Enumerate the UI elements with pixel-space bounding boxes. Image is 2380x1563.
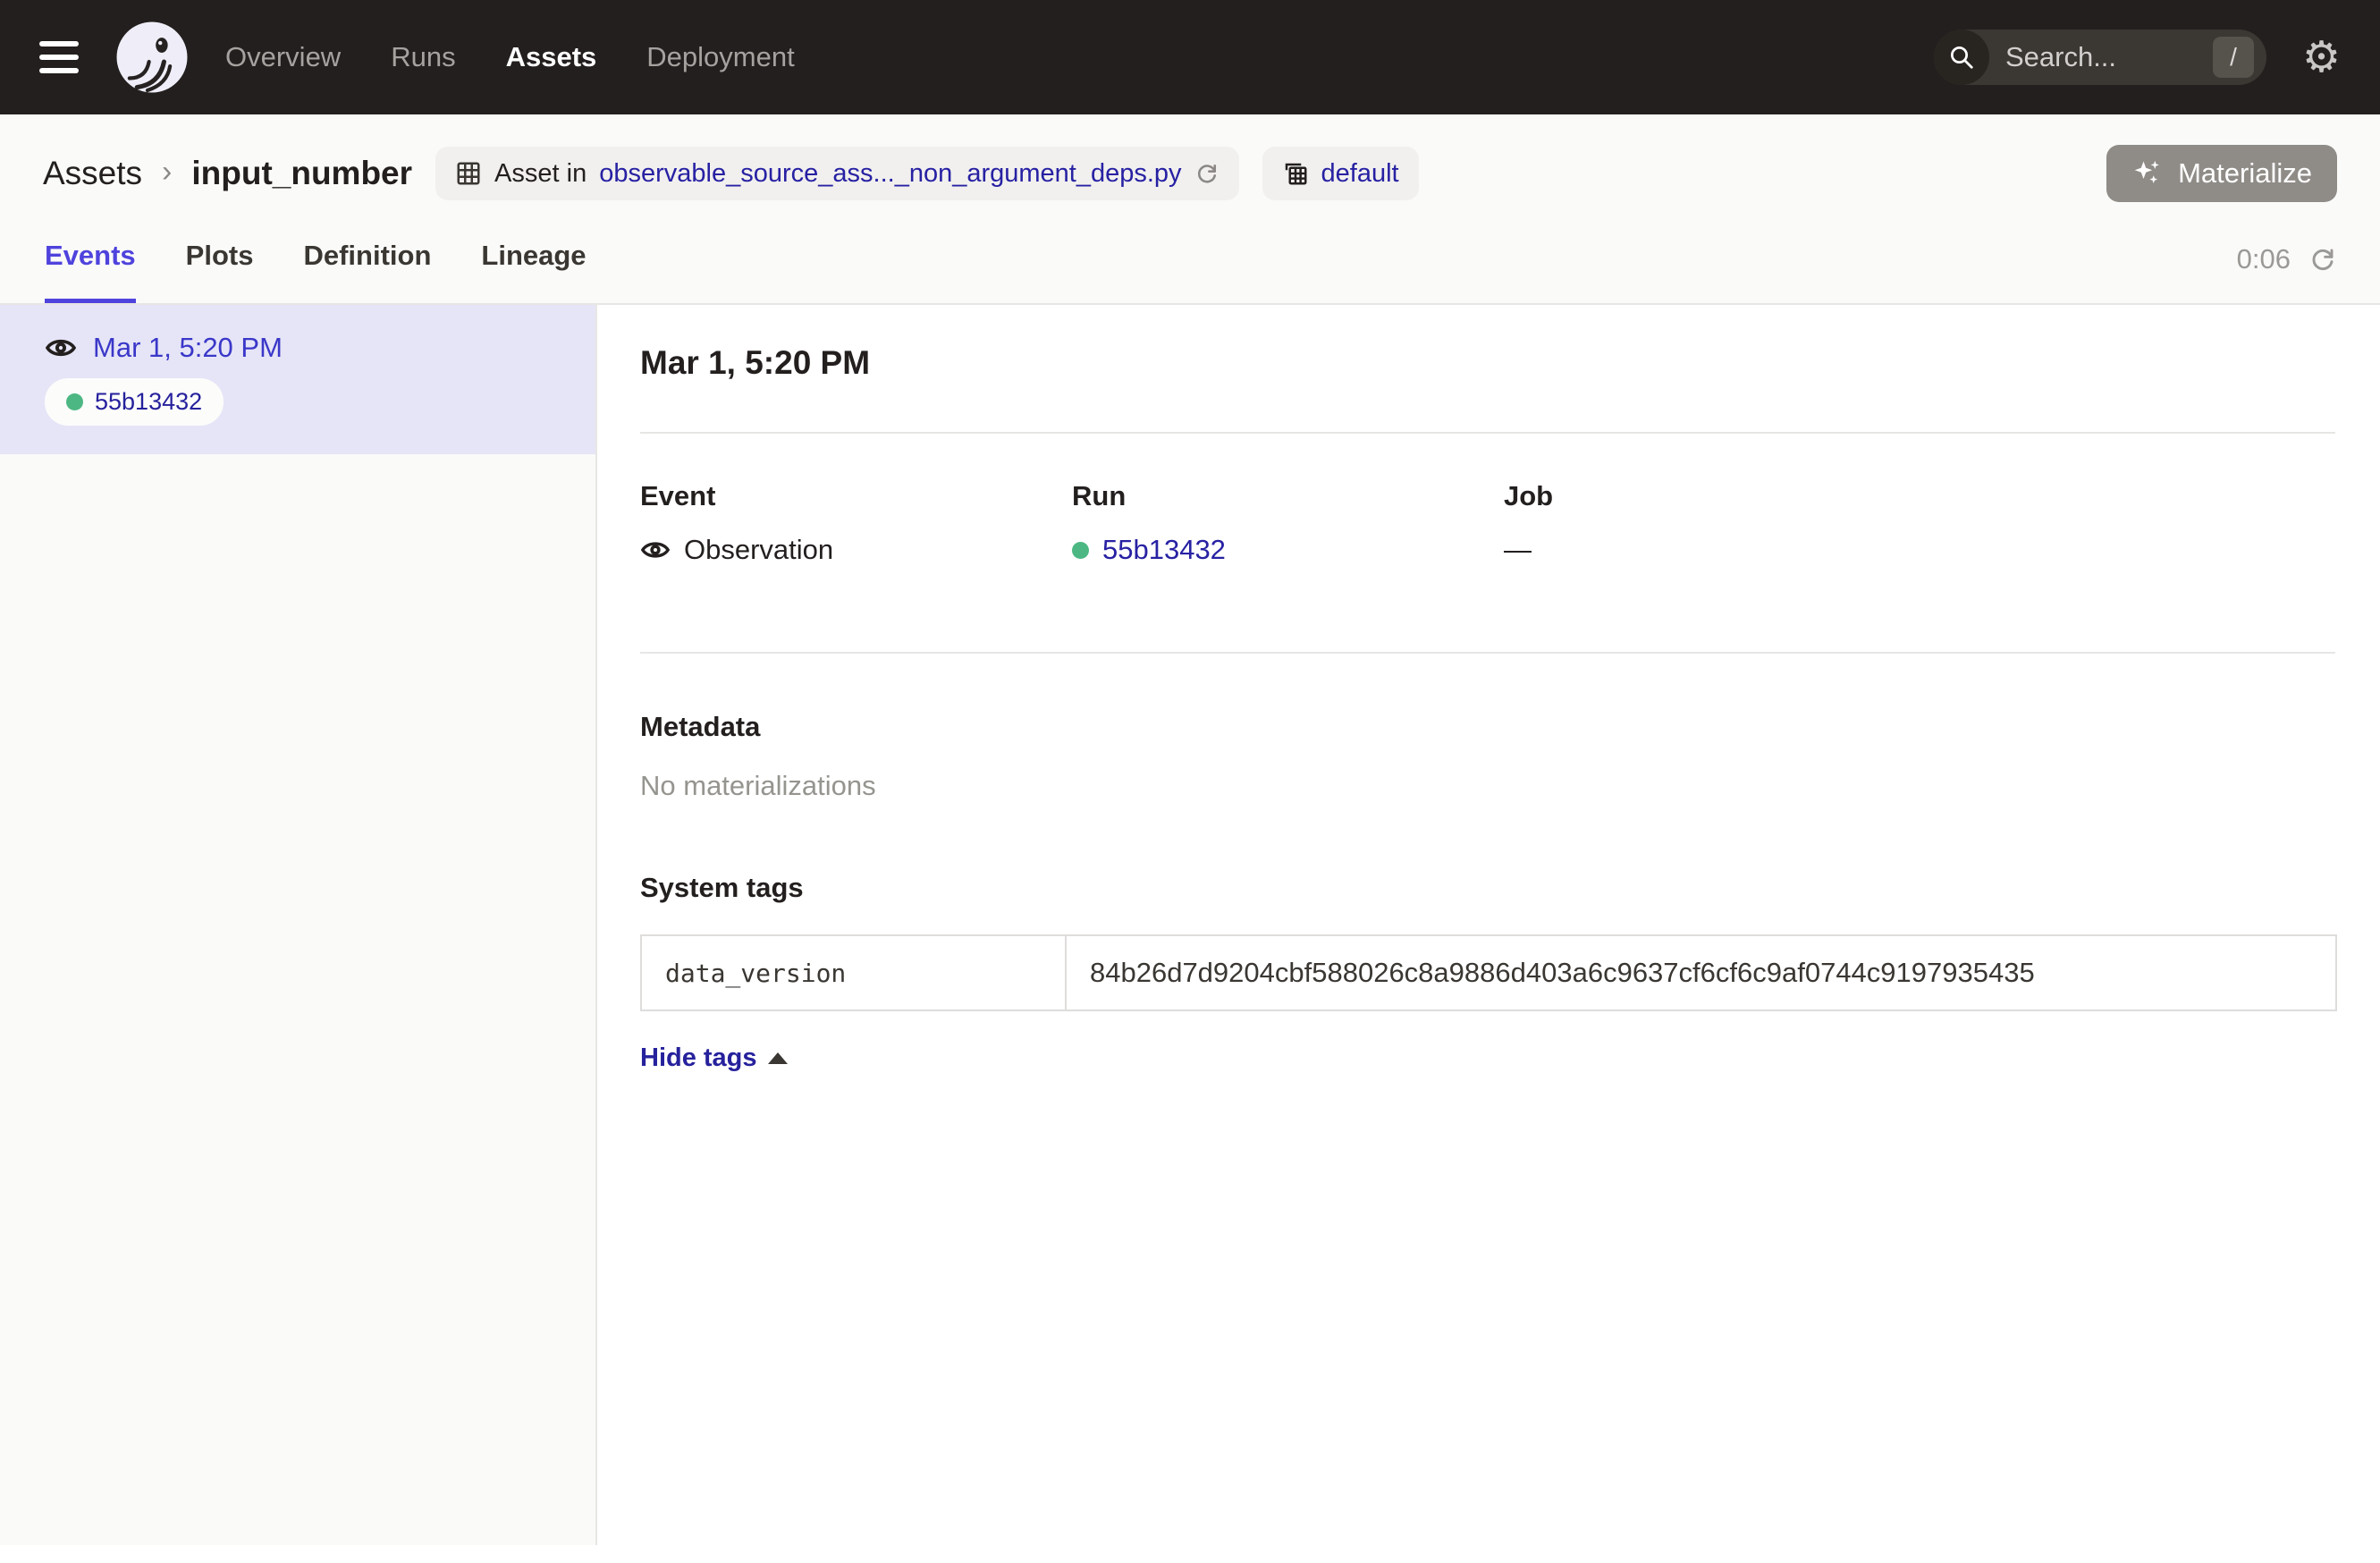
nav-overview[interactable]: Overview xyxy=(225,41,341,73)
eye-icon xyxy=(45,332,77,364)
event-type-value: Observation xyxy=(684,534,833,566)
materialize-button[interactable]: Materialize xyxy=(2106,145,2337,202)
metadata-header: Metadata xyxy=(640,711,2335,743)
page-title: input_number xyxy=(191,155,412,192)
gear-icon[interactable]: ⚙ xyxy=(2302,36,2341,79)
grid-table-icon xyxy=(455,160,482,187)
repo-default-link[interactable]: default xyxy=(1321,159,1399,189)
event-list-sidebar: Mar 1, 5:20 PM 55b13432 xyxy=(0,305,597,1545)
job-column: Job — xyxy=(1504,480,2335,566)
tab-bar: Events Plots Definition Lineage 0:06 xyxy=(43,240,2337,303)
tag-key-cell: data_version xyxy=(641,935,1066,1010)
run-status-dot xyxy=(66,393,83,410)
dagster-logo-icon[interactable] xyxy=(114,20,190,95)
run-column-header: Run xyxy=(1072,480,1504,512)
primary-nav: Overview Runs Assets Deployment xyxy=(225,41,795,73)
page-header: Assets › input_number Asset in observabl… xyxy=(0,114,2380,303)
run-id-link[interactable]: 55b13432 xyxy=(1102,534,1226,566)
tag-value-cell: 84b26d7d9204cbf588026c8a9886d403a6c9637c… xyxy=(1066,935,2336,1010)
hide-tags-label: Hide tags xyxy=(640,1043,757,1073)
system-tags-header: System tags xyxy=(640,872,2335,904)
event-detail-panel: Mar 1, 5:20 PM Event Observation xyxy=(597,305,2380,1545)
refresh-icon[interactable] xyxy=(2308,245,2337,274)
caret-up-icon xyxy=(768,1052,788,1064)
breadcrumb-assets-link[interactable]: Assets xyxy=(43,155,142,192)
job-column-header: Job xyxy=(1504,480,2335,512)
breadcrumb: Assets › input_number xyxy=(43,155,412,192)
sparkle-icon xyxy=(2131,157,2164,190)
search-placeholder: Search... xyxy=(2005,41,2213,73)
materialize-label: Materialize xyxy=(2178,157,2312,190)
event-timestamp: Mar 1, 5:20 PM xyxy=(93,332,283,364)
top-nav: Overview Runs Assets Deployment Search..… xyxy=(0,0,2380,114)
tab-plots[interactable]: Plots xyxy=(186,240,254,303)
metadata-empty-text: No materializations xyxy=(640,770,2335,802)
chevron-right-icon: › xyxy=(162,155,172,190)
run-status-dot xyxy=(1072,542,1089,559)
asset-in-label: Asset in xyxy=(494,159,587,189)
event-detail-title: Mar 1, 5:20 PM xyxy=(640,344,2335,382)
eye-icon xyxy=(640,535,671,565)
asset-source-file-link[interactable]: observable_source_ass..._non_argument_de… xyxy=(599,159,1181,189)
refresh-countdown: 0:06 xyxy=(2237,243,2291,275)
repo-grid-icon xyxy=(1282,160,1309,187)
hamburger-menu-icon[interactable] xyxy=(39,41,79,73)
run-id: 55b13432 xyxy=(95,388,202,416)
run-id-badge[interactable]: 55b13432 xyxy=(45,378,224,426)
search-shortcut-badge: / xyxy=(2213,37,2254,78)
nav-runs[interactable]: Runs xyxy=(391,41,455,73)
repository-badge: default xyxy=(1262,147,1419,200)
asset-definition-badge: Asset in observable_source_ass..._non_ar… xyxy=(435,147,1239,200)
event-column: Event Observation xyxy=(640,480,1072,566)
table-row: data_version 84b26d7d9204cbf588026c8a988… xyxy=(641,935,2336,1010)
system-tags-table: data_version 84b26d7d9204cbf588026c8a988… xyxy=(640,934,2337,1011)
job-value: — xyxy=(1504,534,1532,566)
search-input[interactable]: Search... / xyxy=(1934,30,2266,85)
tab-definition[interactable]: Definition xyxy=(303,240,431,303)
event-list-item[interactable]: Mar 1, 5:20 PM 55b13432 xyxy=(0,305,595,454)
tab-events[interactable]: Events xyxy=(45,240,136,303)
run-column: Run 55b13432 xyxy=(1072,480,1504,566)
nav-deployment[interactable]: Deployment xyxy=(646,41,794,73)
nav-assets[interactable]: Assets xyxy=(506,41,597,73)
reload-definition-icon[interactable] xyxy=(1194,161,1220,186)
search-icon xyxy=(1934,30,1989,85)
hide-tags-link[interactable]: Hide tags xyxy=(640,1043,788,1073)
tab-lineage[interactable]: Lineage xyxy=(481,240,586,303)
event-column-header: Event xyxy=(640,480,1072,512)
